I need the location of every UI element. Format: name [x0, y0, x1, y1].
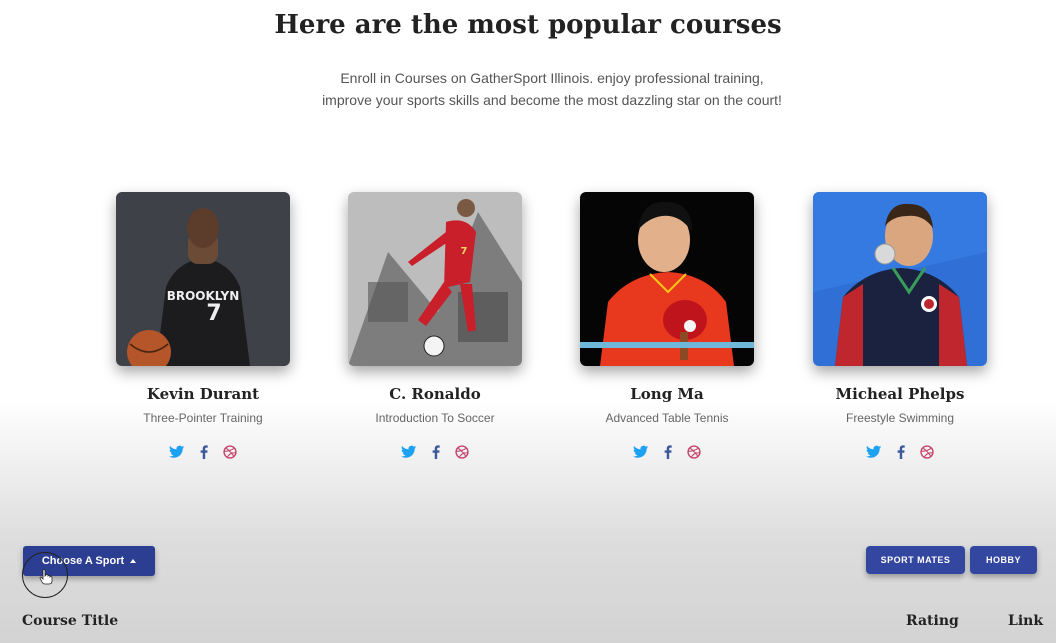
column-header-course-title: Course Title	[22, 613, 119, 629]
instructor-course[interactable]: Advanced Table Tennis	[580, 411, 754, 425]
svg-text:7: 7	[206, 301, 221, 326]
subtitle-line-2: improve your sports skills and become th…	[322, 92, 782, 108]
facebook-icon[interactable]	[896, 445, 906, 459]
dribbble-icon[interactable]	[687, 445, 701, 459]
instructor-course[interactable]: Three-Pointer Training	[116, 411, 290, 425]
instructor-course[interactable]: Freestyle Swimming	[813, 411, 987, 425]
social-links	[348, 445, 522, 459]
hobby-button[interactable]: HOBBY	[970, 546, 1037, 574]
instructor-card: 7 C. Ronaldo Introduction To Soccer	[348, 192, 522, 459]
instructor-name: Kevin Durant	[146, 385, 260, 403]
instructor-photo[interactable]	[580, 192, 754, 366]
instructor-name: Long Ma	[630, 385, 704, 403]
twitter-icon[interactable]	[866, 445, 882, 459]
svg-text:BROOKLYN: BROOKLYN	[167, 289, 240, 303]
cursor-highlight	[22, 552, 68, 598]
caret-up-icon	[130, 559, 137, 563]
subtitle-line-1: Enroll in Courses on GatherSport Illinoi…	[340, 70, 764, 86]
instructor-card: BROOKLYN 7 Kevin Durant Three-Pointer Tr…	[116, 192, 290, 459]
dribbble-icon[interactable]	[455, 445, 469, 459]
instructor-photo[interactable]: BROOKLYN 7	[116, 192, 290, 366]
dribbble-icon[interactable]	[920, 445, 934, 459]
instructor-photo[interactable]: 7	[348, 192, 522, 366]
column-header-rating: Rating	[906, 613, 959, 629]
twitter-icon[interactable]	[401, 445, 417, 459]
facebook-icon[interactable]	[199, 445, 209, 459]
page-subtitle: Enroll in Courses on GatherSport Illinoi…	[0, 67, 1056, 111]
instructor-course[interactable]: Introduction To Soccer	[348, 411, 522, 425]
facebook-icon[interactable]	[431, 445, 441, 459]
facebook-icon[interactable]	[663, 445, 673, 459]
instructor-photo[interactable]	[813, 192, 987, 366]
instructor-name: C. Ronaldo	[389, 385, 481, 403]
column-header-link: Link	[1008, 613, 1044, 629]
sport-mates-button[interactable]: SPORT MATES	[866, 546, 965, 574]
social-links	[813, 445, 987, 459]
twitter-icon[interactable]	[633, 445, 649, 459]
twitter-icon[interactable]	[169, 445, 185, 459]
social-links	[580, 445, 754, 459]
instructor-name: Micheal Phelps	[835, 385, 965, 403]
svg-text:7: 7	[461, 246, 468, 257]
instructor-card: Micheal Phelps Freestyle Swimming	[813, 192, 987, 459]
page-title: Here are the most popular courses	[274, 10, 782, 40]
instructor-card: Long Ma Advanced Table Tennis	[580, 192, 754, 459]
dribbble-icon[interactable]	[223, 445, 237, 459]
social-links	[116, 445, 290, 459]
hand-cursor-icon	[39, 569, 53, 585]
